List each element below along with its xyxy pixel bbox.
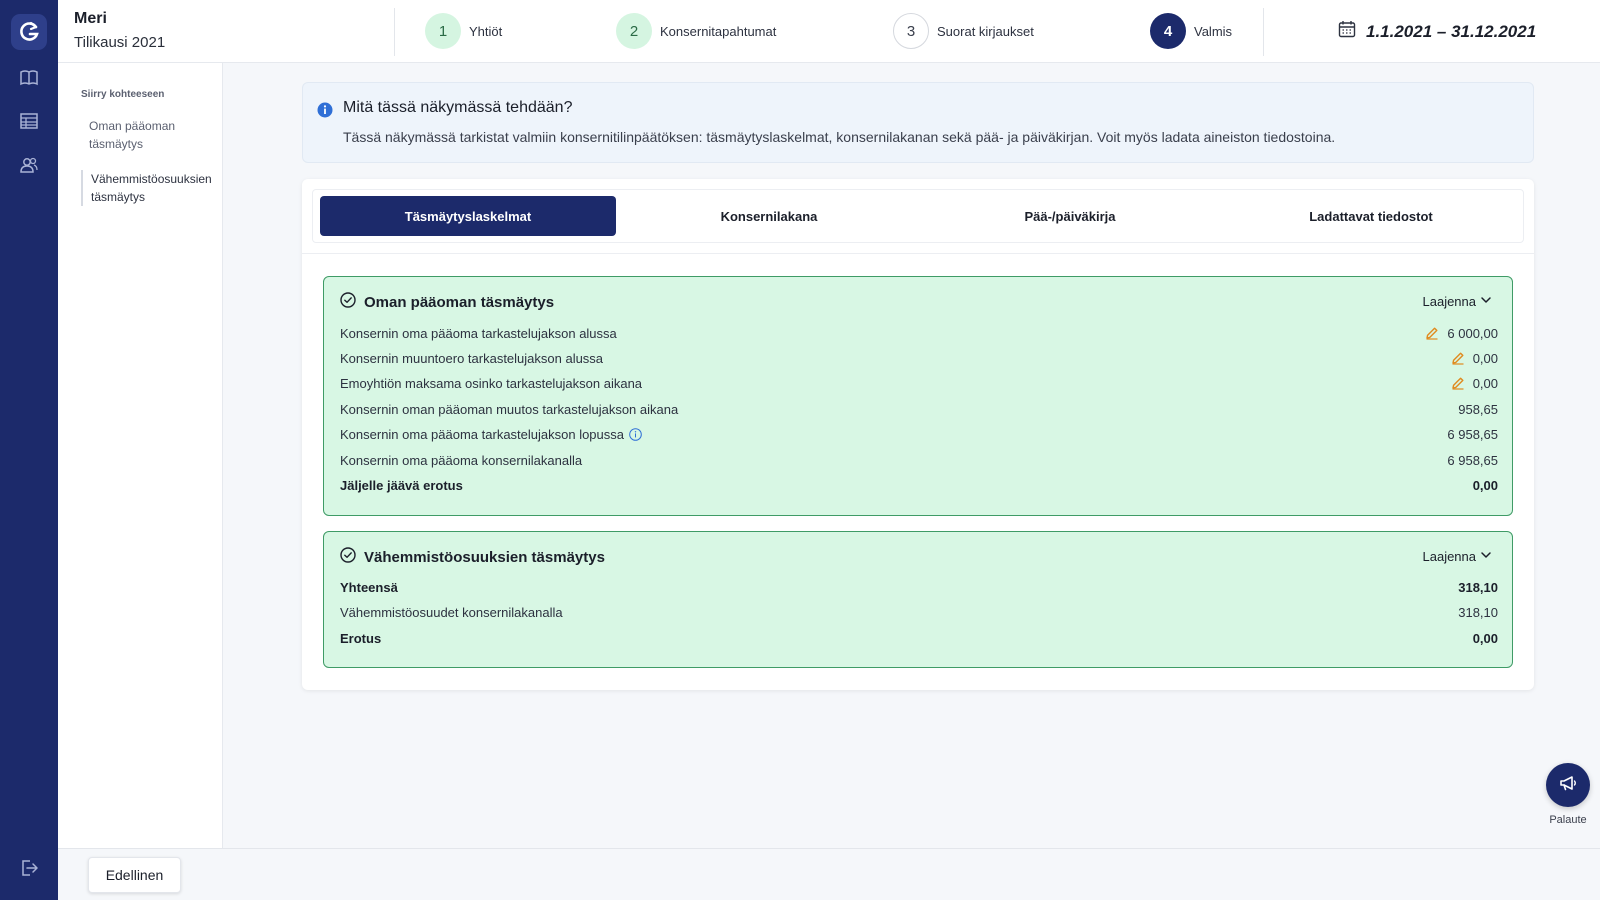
row-value-text: 0,00	[1472, 350, 1498, 366]
date-range[interactable]: 1.1.2021 – 31.12.2021	[1338, 20, 1536, 43]
row-label-text: Konsernin oma pääoma tarkastelujakson lo…	[340, 426, 625, 442]
company-name: Meri	[74, 10, 107, 27]
feedback-label: Palaute	[1549, 814, 1587, 826]
tab-tasmaytyslaskelmat[interactable]: Täsmäytyslaskelmat	[320, 196, 616, 236]
tab-ladattavat-tiedostot[interactable]: Ladattavat tiedostot	[1223, 196, 1519, 236]
tab-paa-paivakirja[interactable]: Pää-/päiväkirja	[922, 196, 1218, 236]
edit-icon[interactable]	[1425, 326, 1439, 340]
table-row: Konsernin oma pääoma tarkastelujakson al…	[340, 323, 1498, 343]
row-value-text: 6 000,00	[1447, 325, 1498, 341]
section-nav-item-minority[interactable]: Vähemmistöosuuksien täsmäytys	[81, 170, 221, 206]
step-valmis[interactable]: 4 Valmis	[1150, 12, 1232, 50]
row-value: 0,00	[1451, 351, 1498, 366]
table-row: Yhteensä 318,10	[340, 577, 1498, 597]
step-yhtiot[interactable]: 1 Yhtiöt	[425, 12, 502, 50]
step-number: 2	[616, 13, 652, 49]
info-box: Mitä tässä näkymässä tehdään? Tässä näky…	[302, 82, 1534, 163]
tab-bar: Täsmäytyslaskelmat Konsernilakana Pää-/p…	[312, 189, 1524, 243]
equity-reconciliation-card: Oman pääoman täsmäytys Laajenna Konserni…	[323, 276, 1513, 516]
row-label: Konsernin oman pääoman muutos tarkastelu…	[340, 401, 679, 417]
row-label: Jäljelle jäävä erotus	[340, 477, 463, 493]
header-divider	[394, 8, 395, 56]
tab-konsernilakana[interactable]: Konsernilakana	[621, 196, 917, 236]
card-title-text: Vähemmistöosuuksien täsmäytys	[364, 548, 605, 566]
info-icon	[317, 102, 333, 123]
row-value-text: 0,00	[1472, 375, 1498, 391]
step-number: 3	[893, 13, 929, 49]
row-label: Konsernin oma pääoma konsernilakanalla	[340, 452, 583, 468]
step-suorat-kirjaukset[interactable]: 3 Suorat kirjaukset	[893, 12, 1034, 50]
row-label: Emoyhtiön maksama osinko tarkastelujakso…	[340, 375, 643, 391]
edit-icon[interactable]	[1451, 351, 1465, 365]
table-row: Vähemmistöosuudet konsernilakanalla 318,…	[340, 602, 1498, 622]
card-title: Vähemmistöosuuksien täsmäytys	[340, 547, 605, 567]
fiscal-period: Tilikausi 2021	[74, 34, 166, 51]
row-label: Vähemmistöosuudet konsernilakanalla	[340, 604, 563, 620]
table-row: Konsernin muuntoero tarkastelujakson alu…	[340, 348, 1498, 368]
logout-icon[interactable]	[17, 856, 41, 880]
row-label: Konsernin oma pääoma tarkastelujakson lo…	[340, 427, 642, 442]
expand-label: Laajenna	[1422, 294, 1477, 309]
row-value: 318,10	[1458, 604, 1498, 620]
row-label: Yhteensä	[340, 579, 398, 595]
section-nav: Siirry kohteeseen Oman pääoman täsmäytys…	[58, 63, 223, 848]
section-nav-item-equity[interactable]: Oman pääoman täsmäytys	[81, 117, 221, 153]
row-value: 6 958,65	[1447, 426, 1498, 442]
info-outline-icon[interactable]	[629, 427, 642, 441]
tab-separator	[302, 253, 1534, 254]
megaphone-icon	[1558, 773, 1578, 798]
bottom-bar: Edellinen	[58, 848, 1600, 900]
row-label: Konsernin muuntoero tarkastelujakson alu…	[340, 350, 604, 366]
check-circle-icon	[340, 547, 356, 567]
row-value: 0,00	[1472, 477, 1498, 493]
expand-button[interactable]: Laajenna	[1423, 294, 1497, 309]
info-text: Tässä näkymässä tarkistat valmiin konser…	[343, 129, 1336, 145]
header-divider	[1263, 8, 1264, 56]
row-value: 0,00	[1451, 376, 1498, 391]
main-panel: Täsmäytyslaskelmat Konsernilakana Pää-/p…	[302, 179, 1534, 690]
table-row: Jäljelle jäävä erotus 0,00	[340, 475, 1498, 495]
table-row: Konsernin oma pääoma konsernilakanalla 6…	[340, 450, 1498, 470]
minority-reconciliation-card: Vähemmistöosuuksien täsmäytys Laajenna Y…	[323, 531, 1513, 668]
table-row: Konsernin oma pääoma tarkastelujakson lo…	[340, 424, 1498, 444]
step-number: 1	[425, 13, 461, 49]
edit-icon[interactable]	[1451, 376, 1465, 390]
row-value: 0,00	[1472, 630, 1498, 646]
chevron-down-icon	[1480, 549, 1492, 564]
check-circle-icon	[340, 292, 356, 312]
table-row: Erotus 0,00	[340, 628, 1498, 648]
table-row: Emoyhtiön maksama osinko tarkastelujakso…	[340, 373, 1498, 393]
row-value: 318,10	[1458, 579, 1498, 595]
date-range-text: 1.1.2021 – 31.12.2021	[1366, 21, 1537, 41]
feedback-button[interactable]	[1546, 763, 1590, 807]
row-value: 6 000,00	[1425, 326, 1498, 341]
section-nav-heading: Siirry kohteeseen	[81, 89, 165, 100]
table-row: Konsernin oman pääoman muutos tarkastelu…	[340, 399, 1498, 419]
expand-button[interactable]: Laajenna	[1423, 549, 1497, 564]
step-label: Valmis	[1194, 23, 1233, 39]
book-icon[interactable]	[17, 66, 41, 90]
step-konsernitapahtumat[interactable]: 2 Konsernitapahtumat	[616, 12, 776, 50]
card-title-text: Oman pääoman täsmäytys	[364, 293, 555, 311]
previous-button[interactable]: Edellinen	[88, 857, 181, 893]
company-info: Meri Tilikausi 2021	[74, 10, 165, 51]
row-value: 6 958,65	[1447, 452, 1498, 468]
left-rail	[0, 0, 58, 900]
step-label: Suorat kirjaukset	[937, 23, 1034, 39]
chevron-down-icon	[1480, 294, 1492, 309]
calendar-icon	[1338, 20, 1356, 43]
step-number: 4	[1150, 13, 1186, 49]
card-title: Oman pääoman täsmäytys	[340, 292, 554, 312]
top-header: Meri Tilikausi 2021 1 Yhtiöt 2 Konsernit…	[58, 0, 1600, 63]
row-label: Konsernin oma pääoma tarkastelujakson al…	[340, 325, 617, 341]
table-icon[interactable]	[17, 109, 41, 133]
info-title: Mitä tässä näkymässä tehdään?	[343, 99, 573, 116]
expand-label: Laajenna	[1422, 549, 1477, 564]
users-icon[interactable]	[17, 153, 41, 177]
row-value: 958,65	[1458, 401, 1498, 417]
app-logo-icon[interactable]	[11, 14, 47, 50]
step-label: Konsernitapahtumat	[660, 23, 777, 39]
row-label: Erotus	[340, 630, 382, 646]
step-label: Yhtiöt	[469, 23, 503, 39]
